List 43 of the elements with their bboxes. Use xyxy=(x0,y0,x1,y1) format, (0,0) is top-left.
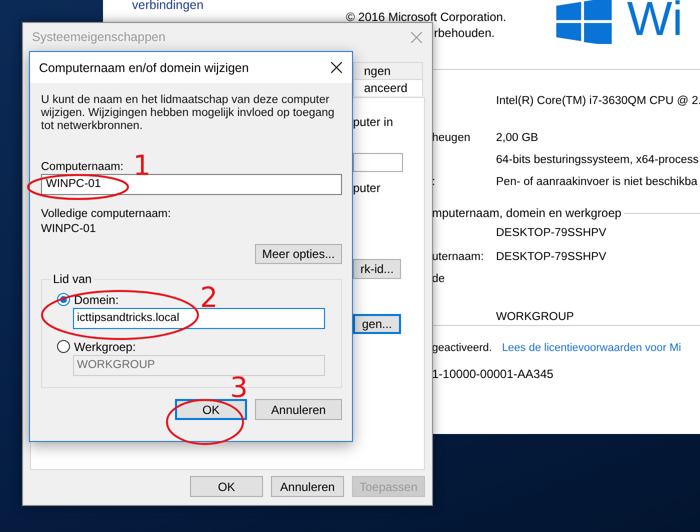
section-title: mputernaam, domein en werkgroep xyxy=(432,206,622,220)
intro-text: U kunt de naam en het lidmaatschap van deze computer wijzigen. Wijzigingen hebben mogelijk invloed op toegang tot netwerkbronnen. xyxy=(41,94,336,133)
spec-label: : xyxy=(432,176,436,188)
copyright-text: © 2016 Microsoft Corporation. xyxy=(346,10,506,24)
name-value: DESKTOP-79SSHPV xyxy=(496,251,608,263)
computer-name-field[interactable]: WINPC-01 xyxy=(41,174,342,195)
more-options-button[interactable]: Meer opties... xyxy=(255,244,342,264)
spec-value: 2,00 GB xyxy=(496,132,540,144)
panel-text: puter in xyxy=(353,115,394,129)
name-value: DESKTOP-79SSHPV xyxy=(496,227,608,239)
windows-logo-icon xyxy=(555,0,613,44)
product-id: 1-10000-00001-AA345 xyxy=(432,367,554,381)
spec-label: heugen xyxy=(432,132,472,144)
radio-label: Werkgroep: xyxy=(74,340,136,354)
radio-label: Domein: xyxy=(74,292,119,306)
network-id-button[interactable]: rk-id... xyxy=(353,259,401,279)
group-title: Lid van xyxy=(51,272,94,286)
window-title: Systeemeigenschappen xyxy=(32,30,166,44)
activation-status: geactiveerd. xyxy=(432,342,492,354)
dialog-button[interactable]: Annuleren xyxy=(255,399,342,420)
dialog-button[interactable]: Annuleren xyxy=(271,476,344,497)
window-title: Computernaam en/of domein wijzigen xyxy=(39,60,249,74)
change-button[interactable]: gen... xyxy=(353,314,401,334)
panel-text: puter xyxy=(353,181,380,195)
spec-value: 64-bits besturingssysteem, x64-process xyxy=(496,154,700,166)
spec-value: Pen- of aanraakinvoer is niet beschikba xyxy=(496,176,698,188)
logo-text: Wi xyxy=(627,0,683,44)
member-field[interactable]: icttipsandtricks.local xyxy=(73,308,325,329)
dialog-button[interactable]: OK xyxy=(190,476,263,497)
field-label: Computernaam: xyxy=(41,161,124,173)
input-field[interactable] xyxy=(353,153,403,172)
spec-value: Intel(R) Core(TM) i7-3630QM CPU @ 2. xyxy=(496,95,700,107)
tab[interactable]: ngen xyxy=(353,62,423,79)
name-label: uternaam: xyxy=(432,251,485,263)
dialog-button[interactable]: OK xyxy=(175,399,247,420)
copyright-text: rbehouden. xyxy=(434,26,495,40)
license-link[interactable]: Lees de licentievoorwaarden voor Mi xyxy=(502,342,682,354)
name-value: WORKGROUP xyxy=(496,311,575,323)
field-label: Volledige computernaam: xyxy=(41,208,171,220)
tab[interactable]: anceerd xyxy=(353,79,423,96)
full-name-value: WINPC-01 xyxy=(41,223,96,235)
close-icon[interactable] xyxy=(331,62,342,73)
nav-link[interactable]: verbindingen xyxy=(132,0,204,12)
